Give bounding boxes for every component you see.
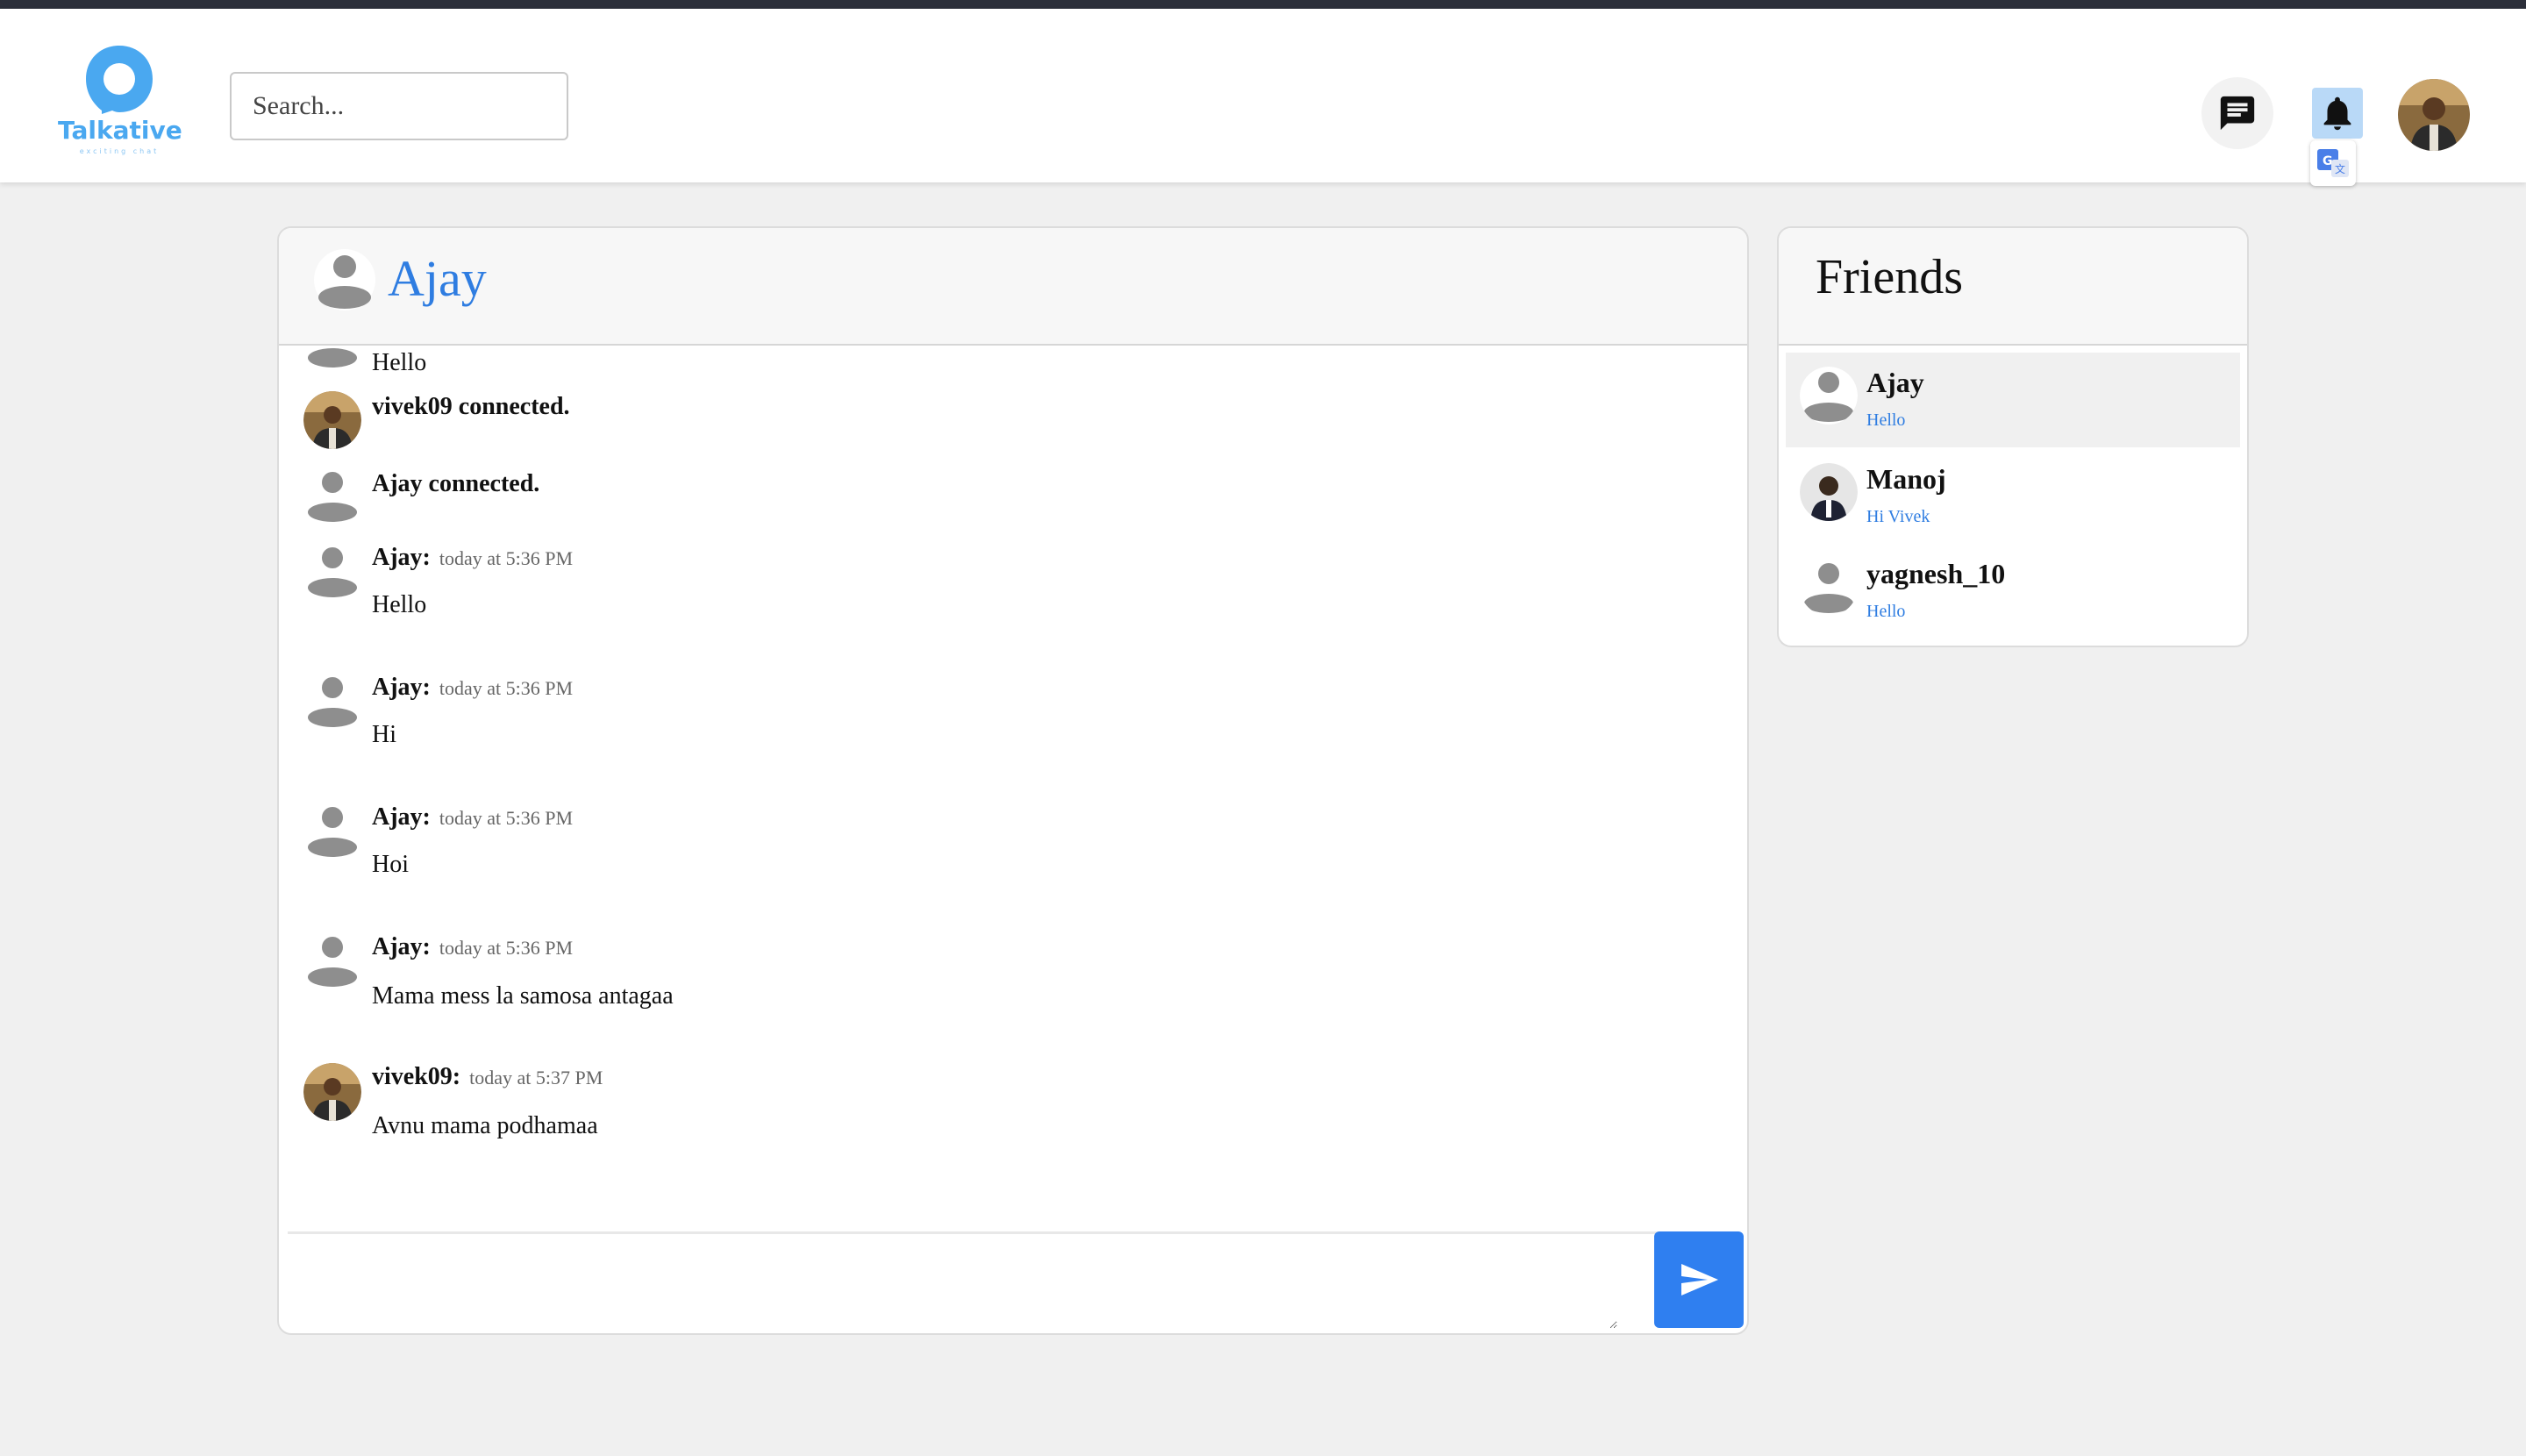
message-text: Hello: [372, 591, 427, 618]
user-avatar[interactable]: [2398, 79, 2470, 151]
navbar: Talkative exciting chat G 文: [0, 9, 2526, 186]
friends-header: Friends: [1779, 228, 2247, 346]
friend-name: yagnesh_10: [1866, 558, 2006, 589]
svg-text:文: 文: [2335, 162, 2345, 175]
top-strip: [0, 0, 2526, 9]
default-avatar-icon: [308, 677, 357, 727]
message-time: today at 5:36 PM: [439, 807, 574, 829]
chat-panel: Ajay Hello vivek09 connected. Ajay conne…: [277, 226, 1749, 1335]
friend-name: Ajay: [1866, 367, 1924, 398]
messages-button[interactable]: [2201, 77, 2273, 149]
default-avatar-icon: [308, 937, 357, 987]
system-message-text: Ajay connected.: [372, 470, 540, 497]
default-avatar-icon: [308, 472, 357, 522]
message-author: Ajay: today at 5:36 PM: [372, 803, 574, 831]
chat-title: Ajay: [388, 250, 487, 307]
default-avatar-icon: [1800, 558, 1858, 616]
default-avatar-icon: [308, 547, 357, 597]
send-button[interactable]: [1654, 1231, 1744, 1328]
message-text: Hi: [372, 721, 396, 748]
send-icon: [1681, 1264, 1718, 1295]
friend-name: Manoj: [1866, 463, 1946, 495]
message-text: Hello: [372, 349, 427, 376]
friends-title: Friends: [1816, 250, 1963, 304]
translate-icon: G 文: [2317, 149, 2349, 177]
message-list[interactable]: Hello vivek09 connected. Ajay connected.…: [279, 347, 1747, 1333]
message-time: today at 5:36 PM: [439, 677, 574, 699]
message-time: today at 5:37 PM: [469, 1067, 603, 1088]
notifications-button[interactable]: [2301, 77, 2373, 149]
chat-icon: [2220, 96, 2255, 131]
profile-photo-icon: [2398, 79, 2470, 151]
logo-bubble-icon: [86, 46, 153, 114]
default-avatar-icon: [308, 807, 357, 857]
message-author: Ajay: today at 5:36 PM: [372, 933, 574, 960]
message-input[interactable]: [288, 1234, 1617, 1329]
profile-photo-icon: [303, 391, 361, 449]
profile-photo-icon: [1800, 463, 1858, 521]
message-text: Mama mess la samosa antagaa: [372, 982, 674, 1010]
message-author: vivek09: today at 5:37 PM: [372, 1063, 603, 1090]
default-avatar-icon: [314, 249, 375, 310]
default-avatar-icon: [308, 348, 357, 368]
friends-panel: Friends Ajay Hello Manoj Hi Vivek yagnes…: [1777, 226, 2249, 647]
friend-last-message: Hello: [1866, 602, 1906, 621]
logo-text: Talkative: [58, 116, 182, 145]
search-input[interactable]: [230, 72, 568, 140]
default-avatar-icon: [1800, 367, 1858, 425]
message-author: Ajay: today at 5:36 PM: [372, 544, 574, 571]
profile-photo-icon: [303, 1063, 361, 1121]
message-time: today at 5:36 PM: [439, 547, 574, 569]
friend-item-manoj[interactable]: Manoj Hi Vivek: [1786, 449, 2240, 544]
message-author: Ajay: today at 5:36 PM: [372, 674, 574, 701]
app-logo[interactable]: Talkative exciting chat: [58, 40, 182, 163]
logo-tagline: exciting chat: [79, 147, 160, 155]
friend-item-yagnesh[interactable]: yagnesh_10 Hello: [1786, 544, 2240, 639]
message-text: Avnu mama podhamaa: [372, 1112, 598, 1139]
chat-header: Ajay: [279, 228, 1747, 346]
message-time: today at 5:36 PM: [439, 937, 574, 959]
message-text: Hoi: [372, 851, 409, 878]
friend-item-ajay[interactable]: Ajay Hello: [1786, 353, 2240, 447]
system-message-text: vivek09 connected.: [372, 393, 570, 420]
bell-icon: [2323, 96, 2351, 131]
svg-text:G: G: [2323, 154, 2333, 168]
compose-area: [288, 1231, 1721, 1329]
friend-last-message: Hi Vivek: [1866, 507, 1930, 526]
translate-button[interactable]: G 文: [2310, 140, 2356, 186]
friend-last-message: Hello: [1866, 410, 1906, 430]
